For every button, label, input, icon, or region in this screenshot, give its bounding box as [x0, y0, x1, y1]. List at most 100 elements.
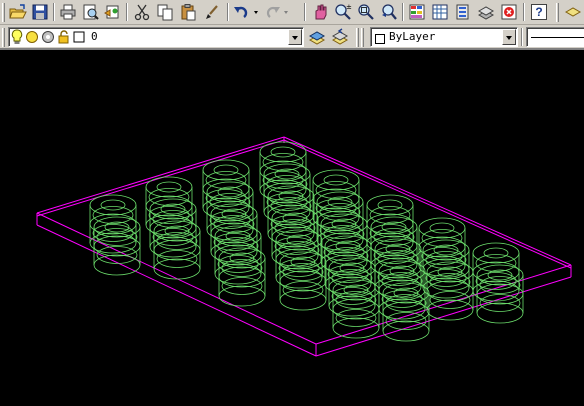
layer-previous-button[interactable]	[330, 27, 350, 47]
toolbar-separator	[402, 3, 404, 21]
zoom-realtime-icon: ±	[335, 3, 352, 20]
cylinder-bore	[156, 181, 182, 193]
cut-button[interactable]	[132, 2, 152, 22]
open-folder-button[interactable]	[8, 2, 28, 22]
drawing-viewport[interactable]	[0, 52, 584, 402]
toolbar-grip[interactable]	[2, 28, 5, 47]
cylinder	[145, 176, 193, 236]
cylinder	[472, 242, 520, 302]
cylinder	[93, 216, 141, 276]
print-preview-button[interactable]	[80, 2, 100, 22]
layers-properties-toolbar: 0 ByLayer	[0, 25, 584, 50]
cylinder-array	[89, 141, 524, 342]
redo-button[interactable]	[262, 2, 290, 22]
lightbulb-icon[interactable]	[11, 29, 23, 46]
layer-color-swatch-icon[interactable]	[73, 31, 85, 46]
cylinder	[263, 163, 311, 223]
toolbar-overflow-button[interactable]	[563, 2, 583, 22]
toolbar-grip[interactable]	[2, 3, 5, 22]
help-icon: ?	[531, 4, 547, 20]
cylinder	[206, 181, 254, 241]
freeze-icon[interactable]	[41, 30, 55, 46]
cylinder	[149, 198, 197, 258]
cylinder-ring	[382, 320, 430, 342]
zoom-realtime-button[interactable]: ±	[333, 2, 353, 22]
paintbrush-icon	[206, 5, 218, 19]
save-icon	[32, 4, 48, 20]
chevron-down-icon[interactable]	[502, 29, 516, 45]
publish-icon	[104, 5, 119, 19]
print-button[interactable]	[58, 2, 78, 22]
sun-icon[interactable]	[25, 30, 39, 46]
cylinder	[382, 282, 430, 342]
cylinder	[214, 225, 262, 285]
layer-icon	[564, 7, 582, 17]
help-button[interactable]: ?	[529, 2, 549, 22]
cylinder	[320, 213, 368, 273]
layer-make-current-button[interactable]	[307, 27, 327, 47]
cylinder	[259, 141, 307, 201]
cylinder	[218, 247, 266, 307]
redo-icon	[266, 6, 288, 18]
tool-palettes-button[interactable]	[453, 2, 473, 22]
scissors-icon	[134, 4, 150, 21]
cylinder-ring	[145, 176, 193, 198]
cylinder	[202, 159, 250, 219]
cylinder	[328, 257, 376, 317]
publish-button[interactable]	[102, 2, 122, 22]
cylinder	[366, 194, 414, 254]
cylinder-bore	[323, 174, 349, 186]
layer-previous-icon	[331, 28, 349, 45]
paste-button[interactable]	[178, 2, 198, 22]
cylinder	[267, 185, 315, 245]
zoom-previous-button[interactable]	[379, 2, 399, 22]
cylinder-ring	[259, 141, 307, 163]
sheet-set-button[interactable]	[476, 2, 496, 22]
layer-dropdown[interactable]: 0	[8, 27, 304, 47]
cylinder-ring	[476, 302, 524, 324]
pan-realtime-button[interactable]	[310, 2, 330, 22]
toolbar-grip[interactable]	[556, 3, 559, 22]
undo-button[interactable]	[232, 2, 260, 22]
linetype-dropdown[interactable]	[526, 27, 584, 47]
properties-icon	[409, 4, 425, 20]
drawing-canvas[interactable]	[0, 52, 584, 402]
cylinder	[153, 220, 201, 280]
toolbar-separator	[521, 28, 523, 46]
toolbar-separator	[53, 3, 55, 21]
markup-button[interactable]	[499, 2, 519, 22]
cylinder	[324, 235, 372, 295]
cylinder	[426, 261, 474, 321]
save-button[interactable]	[30, 2, 50, 22]
copy-icon	[157, 4, 173, 21]
cylinder	[312, 169, 360, 229]
cylinder-ring	[279, 289, 327, 311]
cylinder	[89, 194, 137, 254]
match-properties-button[interactable]	[202, 2, 222, 22]
cylinder-bore	[483, 247, 509, 259]
toolbar-grip[interactable]	[356, 28, 359, 47]
cylinder-ring	[366, 194, 414, 216]
layer-name: 0	[91, 30, 98, 43]
chevron-down-icon[interactable]	[288, 29, 302, 45]
zoom-window-button[interactable]	[356, 2, 376, 22]
layer-make-current-icon	[308, 31, 326, 45]
cylinder	[422, 239, 470, 299]
plate-edge	[283, 136, 572, 266]
color-dropdown[interactable]: ByLayer	[370, 27, 518, 47]
lock-icon[interactable]	[57, 30, 71, 46]
copy-button[interactable]	[155, 2, 175, 22]
design-center-button[interactable]	[430, 2, 450, 22]
toolbar-grip[interactable]	[361, 28, 364, 47]
plate-edge	[36, 224, 317, 357]
design-center-icon	[432, 4, 448, 20]
markup-icon	[501, 4, 517, 20]
cylinder-bore	[377, 199, 403, 211]
properties-button[interactable]	[407, 2, 427, 22]
color-swatch-icon	[375, 32, 385, 46]
cylinder	[279, 251, 327, 311]
sheet-set-icon	[477, 6, 495, 20]
tool-palettes-icon	[456, 4, 469, 20]
pan-icon	[315, 4, 327, 20]
cylinder-ring	[218, 285, 266, 307]
